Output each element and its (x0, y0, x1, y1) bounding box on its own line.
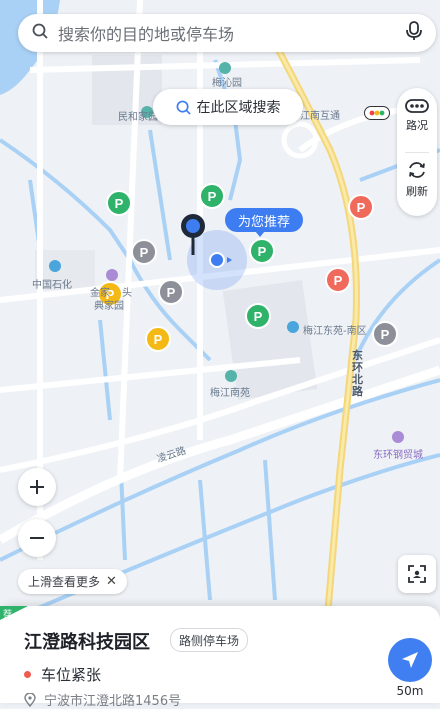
svg-text:P: P (208, 189, 217, 204)
parking-type-badge: 路侧停车场 (170, 628, 249, 652)
address-label: 宁波市江澄北路1456号 (44, 694, 182, 709)
parking-icon[interactable]: P (199, 183, 225, 209)
mic-icon[interactable] (406, 21, 422, 45)
map-label-park: 典家园 (94, 301, 124, 312)
map-label-donghuan-steel: 东环钢贸城 (373, 450, 423, 461)
parking-icon[interactable]: P (325, 267, 351, 293)
availability-label: 车位紧张 (41, 666, 102, 684)
svg-text:P: P (140, 245, 149, 260)
divider (405, 152, 429, 153)
recommend-corner-label: 荐 (3, 610, 13, 620)
svg-text:P: P (357, 200, 366, 215)
fullscreen-icon (408, 565, 426, 583)
navigate-icon (402, 652, 418, 668)
distance-label: 50m (396, 684, 424, 698)
map-label-donghuan-beilu: 东环北路 (352, 349, 363, 398)
parking-icon[interactable]: P (106, 190, 132, 216)
svg-text:P: P (115, 196, 124, 211)
address-row: 宁波市江澄北路1456号 (24, 690, 181, 709)
recommend-tag[interactable]: 为您推荐 (225, 208, 303, 237)
svg-text:P: P (334, 273, 343, 288)
swipe-hint-label: 上滑查看更多 (28, 575, 101, 589)
map-label-meiyuan: 梅沁园 (212, 78, 242, 89)
parking-icon[interactable]: P (245, 303, 271, 329)
swipe-hint-chip: 上滑查看更多 ✕ (18, 569, 127, 594)
zoom-out-icon (30, 537, 44, 539)
fullscreen-button[interactable] (398, 555, 436, 593)
parking-icon[interactable]: P (131, 239, 157, 265)
refresh-button[interactable]: 刷新 (397, 160, 437, 199)
map-label-sinopec: 中国石化 (32, 280, 72, 291)
status-dot (24, 671, 31, 678)
svg-text:P: P (254, 309, 263, 324)
map-label-jiangnan-hutong: 江南互通 (300, 111, 340, 122)
svg-text:P: P (154, 332, 163, 347)
parking-detail-sheet[interactable]: 荐 江澄路科技园区 路侧停车场 车位紧张 宁波市江澄北路1456号 50m (0, 606, 440, 709)
traffic-icon (405, 99, 429, 113)
zoom-in-icon (30, 480, 44, 494)
parking-icon[interactable]: P (145, 326, 171, 352)
search-input[interactable]: 搜索你的目的地或停车场 (58, 21, 406, 45)
svg-text:P: P (258, 244, 267, 259)
map-tools-panel: 路况 刷新 (397, 88, 437, 216)
refresh-icon (409, 162, 425, 178)
parking-icon[interactable]: P (158, 279, 184, 305)
traffic-legend-icon (364, 105, 390, 120)
search-bar[interactable]: 搜索你的目的地或停车场 (18, 14, 436, 52)
search-icon (176, 100, 191, 115)
zoom-out-button[interactable] (18, 519, 56, 557)
navigate-button[interactable] (388, 638, 432, 682)
area-search-label: 在此区域搜索 (196, 100, 281, 116)
location-icon (24, 692, 36, 707)
area-search-button[interactable]: 在此区域搜索 (153, 89, 303, 125)
svg-text:P: P (167, 285, 176, 300)
availability-status: 车位紧张 (24, 664, 101, 685)
parking-icon[interactable]: P (249, 238, 275, 264)
zoom-in-button[interactable] (18, 468, 56, 506)
search-icon (32, 23, 48, 43)
parking-name: 江澄路科技园区 (24, 632, 150, 653)
traffic-button[interactable]: 路况 (397, 98, 437, 133)
parking-icon[interactable]: P (348, 194, 374, 220)
map-label-meijiang-nanyuan: 梅江南苑 (210, 388, 250, 399)
traffic-label: 路况 (406, 119, 428, 132)
close-icon[interactable]: ✕ (106, 574, 117, 589)
map-label-minhe: 民和家园 (118, 112, 158, 123)
svg-text:P: P (381, 327, 390, 342)
refresh-label: 刷新 (406, 185, 428, 198)
parking-icon[interactable]: P (372, 321, 398, 347)
location-pin-icon[interactable] (181, 214, 205, 255)
map-label-meijiang-south: 梅江东苑-南区 (303, 326, 367, 337)
